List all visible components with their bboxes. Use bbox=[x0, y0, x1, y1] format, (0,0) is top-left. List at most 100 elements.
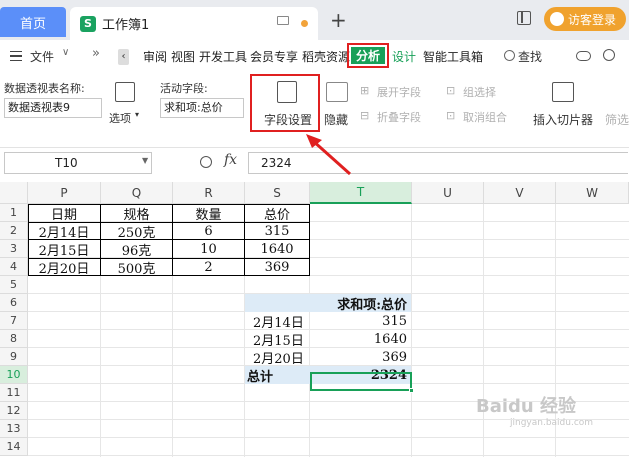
options-icon[interactable] bbox=[115, 82, 135, 102]
slicer-icon[interactable] bbox=[552, 82, 574, 102]
pivot-row-label[interactable]: 2月20日 bbox=[245, 348, 309, 367]
zoom-icon[interactable] bbox=[200, 156, 212, 168]
column-header-p[interactable]: P bbox=[28, 182, 101, 204]
column-header-u[interactable]: U bbox=[412, 182, 484, 204]
table-cell[interactable]: 10 bbox=[173, 240, 244, 258]
row-header-9[interactable]: 9 bbox=[0, 348, 28, 366]
gridline bbox=[411, 204, 412, 457]
search-label[interactable]: 查找 bbox=[518, 48, 542, 65]
options-button[interactable]: 选项 bbox=[109, 110, 131, 126]
pivot-row-label[interactable]: 2月14日 bbox=[245, 312, 309, 331]
hamburger-menu-icon[interactable] bbox=[10, 51, 22, 61]
menu-file[interactable]: 文件 bbox=[30, 48, 54, 65]
column-header-q[interactable]: Q bbox=[101, 182, 173, 204]
document-tab[interactable]: S 工作簿1 bbox=[70, 7, 318, 40]
pivot-header[interactable]: 求和项:总价 bbox=[245, 294, 411, 313]
row-header-11[interactable]: 11 bbox=[0, 384, 28, 402]
pivot-row-label[interactable]: 2月15日 bbox=[245, 330, 309, 349]
ungroup-button[interactable]: 取消组合 bbox=[463, 109, 507, 125]
table-cell[interactable]: 500克 bbox=[101, 258, 172, 277]
table-cell[interactable]: 2月15日 bbox=[28, 240, 100, 259]
table-cell[interactable]: 250克 bbox=[101, 222, 172, 241]
ungroup-icon: ⊡ bbox=[446, 109, 456, 122]
hide-button[interactable]: 隐藏 bbox=[324, 111, 348, 128]
table-cell[interactable]: 96克 bbox=[101, 240, 172, 259]
insert-slicer-button[interactable]: 插入切片器 bbox=[533, 111, 593, 128]
fill-handle[interactable] bbox=[409, 388, 414, 393]
document-name: 工作簿1 bbox=[102, 18, 150, 33]
group-selection-icon: ⊡ bbox=[446, 84, 456, 97]
expand-field-button[interactable]: 展开字段 bbox=[377, 84, 421, 100]
pivot-name-input[interactable]: 数据透视表9 bbox=[4, 98, 102, 118]
menu-review[interactable]: 审阅 bbox=[143, 48, 167, 65]
row-header-7[interactable]: 7 bbox=[0, 312, 28, 330]
column-header-w[interactable]: W bbox=[556, 182, 629, 204]
table-cell[interactable]: 6 bbox=[173, 222, 244, 240]
table-header-cell[interactable]: 规格 bbox=[101, 204, 172, 223]
fx-icon[interactable]: fx bbox=[224, 152, 237, 168]
chevron-down-icon[interactable]: ∨ bbox=[62, 47, 69, 58]
table-cell[interactable]: 1640 bbox=[245, 240, 309, 258]
pivot-row-value[interactable]: 315 bbox=[310, 312, 411, 330]
column-header-r[interactable]: R bbox=[173, 182, 245, 204]
menu-resources[interactable]: 稻壳资源 bbox=[302, 48, 350, 65]
new-tab-button[interactable]: + bbox=[330, 10, 347, 30]
row-header-13[interactable]: 13 bbox=[0, 420, 28, 438]
table-cell[interactable]: 315 bbox=[245, 222, 309, 240]
select-all-corner[interactable] bbox=[0, 182, 28, 204]
hide-icon[interactable] bbox=[326, 82, 348, 102]
table-cell[interactable]: 2月14日 bbox=[28, 222, 100, 241]
filter-button[interactable]: 筛选 bbox=[605, 111, 629, 128]
group-selection-button[interactable]: 组选择 bbox=[463, 84, 496, 100]
menu-member[interactable]: 会员专享 bbox=[250, 48, 298, 65]
table-header-cell[interactable]: 日期 bbox=[28, 204, 100, 223]
menu-dev-tools[interactable]: 开发工具 bbox=[199, 48, 247, 65]
tab-analyze[interactable]: 分析 bbox=[351, 47, 385, 64]
share-user-icon[interactable] bbox=[603, 49, 615, 61]
pivot-row-value[interactable]: 369 bbox=[310, 348, 411, 366]
panel-toggle-icon[interactable] bbox=[517, 11, 531, 25]
pivot-total-label[interactable]: 总计 bbox=[245, 366, 309, 385]
row-header-6[interactable]: 6 bbox=[0, 294, 28, 312]
row-header-3[interactable]: 3 bbox=[0, 240, 28, 258]
row-header-1[interactable]: 1 bbox=[0, 204, 28, 222]
table-header-cell[interactable]: 数量 bbox=[173, 204, 244, 223]
row-header-8[interactable]: 8 bbox=[0, 330, 28, 348]
table-cell[interactable]: 2 bbox=[173, 258, 244, 276]
collapse-field-button[interactable]: 折叠字段 bbox=[377, 109, 421, 125]
menu-smart-toolbox[interactable]: 智能工具箱 bbox=[423, 48, 483, 65]
row-header-2[interactable]: 2 bbox=[0, 222, 28, 240]
active-field-input[interactable]: 求和项:总价 bbox=[160, 98, 244, 118]
monitor-icon[interactable] bbox=[277, 16, 289, 25]
column-header-v[interactable]: V bbox=[484, 182, 556, 204]
pivot-row-value[interactable]: 1640 bbox=[310, 330, 411, 348]
chevron-down-icon[interactable]: ▼ bbox=[142, 156, 148, 165]
chevron-left-icon[interactable]: ‹ bbox=[118, 49, 129, 65]
gridline bbox=[28, 455, 629, 456]
unsaved-dot-icon bbox=[301, 20, 308, 27]
row-header-12[interactable]: 12 bbox=[0, 402, 28, 420]
name-box[interactable]: T10 bbox=[4, 152, 152, 174]
home-tab[interactable]: 首页 bbox=[0, 7, 66, 37]
row-header-4[interactable]: 4 bbox=[0, 258, 28, 276]
tab-design[interactable]: 设计 bbox=[392, 48, 416, 65]
more-menus-icon[interactable]: » bbox=[92, 46, 100, 61]
field-settings-highlight bbox=[250, 74, 320, 132]
table-cell[interactable]: 2月20日 bbox=[28, 258, 100, 277]
table-cell[interactable]: 369 bbox=[245, 258, 309, 276]
selected-cell-outline bbox=[310, 372, 412, 391]
table-header-cell[interactable]: 总价 bbox=[245, 204, 309, 223]
search-icon[interactable] bbox=[504, 50, 515, 61]
row-header-10[interactable]: 10 bbox=[0, 366, 28, 384]
collapse-field-icon: ⊟ bbox=[360, 109, 370, 122]
menu-view[interactable]: 视图 bbox=[171, 48, 195, 65]
cloud-icon[interactable] bbox=[576, 51, 591, 61]
visitor-login-button[interactable]: 访客登录 bbox=[544, 7, 626, 31]
title-bar: 首页 S 工作簿1 + 访客登录 bbox=[0, 0, 629, 40]
avatar-icon bbox=[550, 12, 564, 26]
gridline bbox=[483, 204, 484, 457]
options-dropdown-icon[interactable]: ▾ bbox=[135, 110, 139, 119]
row-header-14[interactable]: 14 bbox=[0, 438, 28, 456]
expand-field-icon: ⊞ bbox=[360, 84, 370, 97]
row-header-5[interactable]: 5 bbox=[0, 276, 28, 294]
